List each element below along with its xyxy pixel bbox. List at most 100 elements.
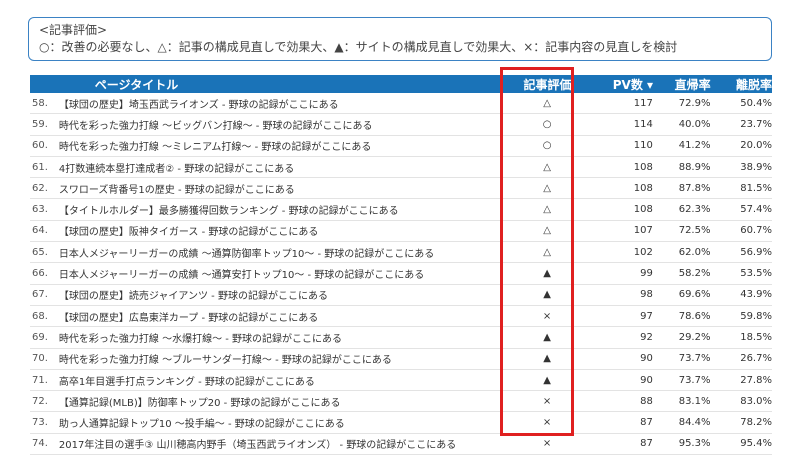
row-page-title: 4打数連続本塁打達成者② - 野球の記録がここにある [58, 163, 295, 175]
table-row[interactable]: 74. 2017年注目の選手③ 山川穂高内野手（埼玉西武ライオンズ） - 野球の記… [30, 434, 772, 455]
row-direct-rate: 78.6% [678, 310, 711, 322]
row-page-title: 時代を彩った強力打線 ～ミレニアム打線～ - 野球の記録がここにある [58, 142, 372, 154]
row-pv: 92 [640, 331, 653, 343]
row-page-title: 時代を彩った強力打線 ～水爆打線～ - 野球の記録がここにある [58, 333, 343, 345]
row-evaluation: ○ [542, 118, 552, 130]
table-row[interactable]: 71. 高卒1年目選手打点ランキング - 野球の記録がここにある ▲ 90 73.7% 2… [30, 370, 772, 392]
row-pv: 108 [633, 161, 653, 173]
article-table: ページタイトル 記事評価 PV数 ▾ 直帰率 離脱率 58. 【球団の歴史】埼玉西… [30, 75, 772, 455]
header-page-title[interactable]: ページタイトル [59, 76, 507, 93]
row-direct-rate: 72.5% [678, 225, 711, 237]
row-number: 71. [32, 374, 48, 386]
table-row[interactable]: 68. 【球団の歴史】広島東洋カープ - 野球の記録がここにある × 97 78.6% 5… [30, 306, 772, 328]
row-pv: 110 [633, 140, 653, 152]
row-pv: 98 [640, 289, 653, 301]
row-pv: 88 [640, 395, 653, 407]
row-evaluation: ▲ [543, 268, 551, 280]
row-page-title: 【球団の歴史】読売ジャイアンツ - 野球の記録がここにある [58, 291, 328, 303]
row-number: 65. [32, 246, 48, 258]
table-row[interactable]: 63. 【タイトルホルダー】最多勝獲得回数ランキング - 野球の記録がここにある △… [30, 199, 772, 221]
row-evaluation: △ [543, 182, 551, 194]
row-exit-rate: 83.0% [740, 395, 772, 407]
row-number: 74. [32, 438, 48, 450]
row-direct-rate: 29.2% [678, 331, 711, 343]
row-evaluation: ▲ [543, 289, 551, 301]
row-direct-rate: 84.4% [678, 417, 711, 429]
row-number: 59. [32, 118, 48, 130]
row-direct-rate: 41.2% [678, 140, 711, 152]
row-exit-rate: 95.4% [740, 438, 772, 450]
table-row[interactable]: 60. 時代を彩った強力打線 ～ミレニアム打線～ - 野球の記録がここにある ○ 11… [30, 136, 772, 157]
header-pv-sorted[interactable]: PV数 ▾ [588, 76, 653, 93]
row-exit-rate: 60.7% [740, 225, 772, 237]
row-evaluation: ▲ [543, 374, 551, 386]
row-number: 73. [32, 417, 48, 429]
row-evaluation: × [542, 438, 552, 450]
row-page-title: 【球団の歴史】広島東洋カープ - 野球の記録がここにある [58, 312, 319, 324]
row-exit-rate: 18.5% [740, 331, 772, 343]
table-row[interactable]: 64. 【球団の歴史】阪神タイガース - 野球の記録がここにある △ 107 72.5%… [30, 221, 772, 243]
row-direct-rate: 87.8% [678, 182, 711, 194]
table-row[interactable]: 73. 助っ人通算記録トップ10 ～投手編～ - 野球の記録がここにある × 87 84… [30, 412, 772, 434]
table-row[interactable]: 69. 時代を彩った強力打線 ～水爆打線～ - 野球の記録がここにある ▲ 92 29.… [30, 327, 772, 349]
row-number: 72. [32, 395, 48, 407]
header-evaluation[interactable]: 記事評価 [507, 76, 588, 93]
row-page-title: 【タイトルホルダー】最多勝獲得回数ランキング - 野球の記録がここにある [58, 206, 399, 218]
row-number: 70. [32, 353, 48, 365]
row-exit-rate: 56.9% [740, 246, 772, 258]
row-number: 69. [32, 331, 48, 343]
row-evaluation: ▲ [543, 331, 551, 343]
table-row[interactable]: 61. 4打数連続本塁打達成者② - 野球の記録がここにある △ 108 88.9% 38… [30, 157, 772, 179]
row-direct-rate: 69.6% [678, 289, 711, 301]
row-exit-rate: 59.8% [740, 310, 772, 322]
table-row[interactable]: 67. 【球団の歴史】読売ジャイアンツ - 野球の記録がここにある ▲ 98 69.6%… [30, 285, 772, 306]
table-row[interactable]: 59. 時代を彩った強力打線 ～ビッグバン打線～ - 野球の記録がここにある ○ 11… [30, 114, 772, 136]
row-direct-rate: 40.0% [678, 118, 711, 130]
row-direct-rate: 95.3% [678, 438, 711, 450]
row-evaluation: × [542, 310, 552, 322]
row-page-title: 日本人メジャーリーガーの成績 ～通算安打トップ10～ - 野球の記録がここにある [58, 270, 425, 282]
row-pv: 102 [633, 246, 653, 258]
row-evaluation: △ [543, 204, 551, 216]
row-page-title: 【球団の歴史】阪神タイガース - 野球の記録がここにある [58, 227, 319, 239]
row-pv: 114 [633, 118, 653, 130]
row-exit-rate: 20.0% [740, 140, 772, 152]
row-evaluation: ▲ [543, 353, 551, 365]
row-direct-rate: 73.7% [678, 353, 711, 365]
row-page-title: 高卒1年目選手打点ランキング - 野球の記録がここにある [58, 376, 315, 388]
table-row[interactable]: 72. 【通算記録(MLB)】防御率トップ20 - 野球の記録がここにある × 88 8… [30, 391, 772, 413]
row-number: 66. [32, 268, 48, 280]
table-row[interactable]: 65. 日本人メジャーリーガーの成績 ～通算防御率トップ10～ - 野球の記録がこ… [30, 242, 772, 264]
row-evaluation: △ [543, 246, 551, 258]
row-page-title: 時代を彩った強力打線 ～ビッグバン打線～ - 野球の記録がここにある [58, 120, 373, 132]
row-exit-rate: 50.4% [740, 97, 772, 109]
table-row[interactable]: 66. 日本人メジャーリーガーの成績 ～通算安打トップ10～ - 野球の記録がここ… [30, 263, 772, 285]
row-exit-rate: 38.9% [740, 161, 772, 173]
evaluation-legend: <記事評価> ○：改善の必要なし、△：記事の構成見直しで効果大、▲：サイトの構成… [28, 17, 772, 61]
row-page-title: 2017年注目の選手③ 山川穂高内野手（埼玉西武ライオンズ） - 野球の記録がこ… [58, 440, 457, 452]
row-evaluation: △ [543, 97, 551, 109]
row-evaluation: △ [543, 225, 551, 237]
row-number: 58. [32, 97, 48, 109]
row-pv: 117 [633, 97, 653, 109]
header-direct-rate[interactable]: 直帰率 [653, 76, 711, 93]
table-row[interactable]: 62. スワローズ背番号1の歴史 - 野球の記録がここにある △ 108 87.8% 81… [30, 178, 772, 200]
row-pv: 108 [633, 182, 653, 194]
legend-title: <記事評価> [39, 23, 108, 37]
header-exit-rate[interactable]: 離脱率 [711, 76, 772, 93]
row-number: 64. [32, 225, 48, 237]
row-page-title: スワローズ背番号1の歴史 - 野球の記録がここにある [58, 184, 295, 196]
row-pv: 90 [640, 374, 653, 386]
row-page-title: 【球団の歴史】埼玉西武ライオンズ - 野球の記録がここにある [58, 99, 339, 111]
row-direct-rate: 58.2% [678, 268, 711, 280]
row-pv: 97 [640, 310, 653, 322]
row-exit-rate: 57.4% [740, 204, 772, 216]
table-row[interactable]: 58. 【球団の歴史】埼玉西武ライオンズ - 野球の記録がここにある △ 117 72.… [30, 93, 772, 115]
row-pv: 108 [633, 204, 653, 216]
row-number: 62. [32, 182, 48, 194]
row-number: 60. [32, 140, 48, 152]
row-direct-rate: 73.7% [678, 374, 711, 386]
row-direct-rate: 83.1% [678, 395, 711, 407]
table-row[interactable]: 70. 時代を彩った強力打線 ～ブルーサンダー打線～ - 野球の記録がここにある ▲… [30, 349, 772, 370]
row-exit-rate: 81.5% [740, 182, 772, 194]
